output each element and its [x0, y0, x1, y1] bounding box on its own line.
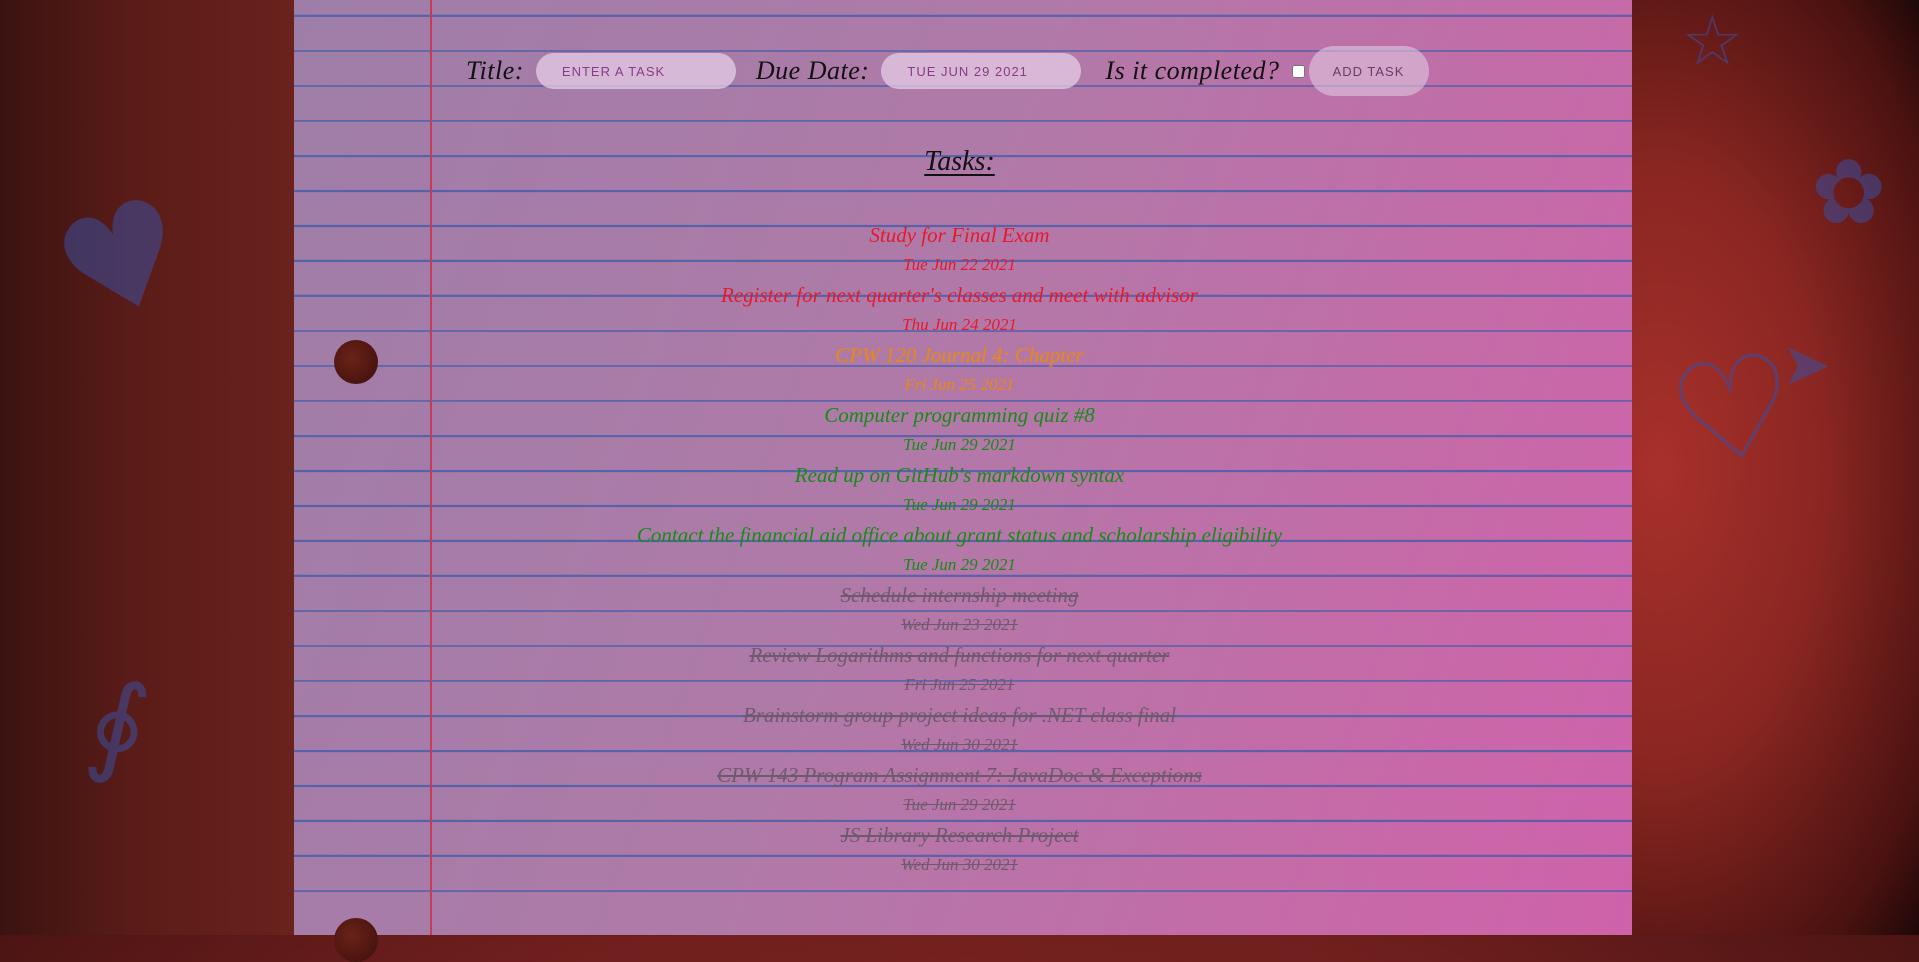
due-date-label: Due Date:: [755, 56, 870, 85]
task-title: CPW 143 Program Assignment 7: JavaDoc & …: [717, 763, 1202, 787]
completed-checkbox[interactable]: [1291, 64, 1305, 78]
task-date: Thu Jun 24 2021: [902, 315, 1017, 334]
title-label: Title:: [466, 56, 524, 85]
task-item[interactable]: Review Logarithms and functions for next…: [0, 640, 1919, 700]
task-item[interactable]: Read up on GitHub's markdown syntax Tue J…: [0, 460, 1919, 520]
task-item[interactable]: CPW 120 Journal 4: Chapter Fri Jun 25 202…: [0, 340, 1919, 400]
binder-hole-2: [334, 918, 378, 962]
task-date: Wed Jun 23 2021: [901, 615, 1018, 634]
task-date: Tue Jun 29 2021: [903, 435, 1016, 454]
task-title: Read up on GitHub's markdown syntax: [794, 463, 1125, 487]
task-item[interactable]: Contact the financial aid office about g…: [0, 520, 1919, 580]
task-title: Schedule internship meeting: [840, 583, 1079, 607]
task-title: CPW 120 Journal 4: Chapter: [835, 343, 1084, 367]
add-task-button[interactable]: ADD TASK: [1308, 46, 1429, 96]
task-item[interactable]: Study for Final Exam Tue Jun 22 2021: [0, 220, 1919, 280]
task-date: Tue Jun 29 2021: [903, 495, 1016, 514]
task-title: Study for Final Exam: [869, 223, 1050, 247]
task-item[interactable]: Schedule internship meeting Wed Jun 23 20…: [0, 580, 1919, 640]
task-item[interactable]: CPW 143 Program Assignment 7: JavaDoc & …: [0, 760, 1919, 820]
task-form: Title: Due Date: Is it completed? ADD TA…: [466, 44, 1429, 98]
task-date: Fri Jun 25 2021: [904, 375, 1015, 394]
task-title: Computer programming quiz #8: [824, 403, 1095, 427]
task-item[interactable]: Brainstorm group project ideas for .NET …: [0, 700, 1919, 760]
task-date: Fri Jun 25 2021: [904, 675, 1015, 694]
task-item[interactable]: Register for next quarter's classes and …: [0, 280, 1919, 340]
task-item[interactable]: JS Library Research Project Wed Jun 30 20…: [0, 820, 1919, 880]
task-title-input[interactable]: [535, 53, 736, 89]
task-date: Tue Jun 22 2021: [903, 255, 1016, 274]
task-item[interactable]: Computer programming quiz #8 Tue Jun 29 2…: [0, 400, 1919, 460]
due-date-input[interactable]: [881, 53, 1082, 89]
task-date: Tue Jun 29 2021: [903, 795, 1016, 814]
task-date: Tue Jun 29 2021: [903, 555, 1016, 574]
task-date: Wed Jun 30 2021: [901, 735, 1018, 754]
task-title: JS Library Research Project: [840, 823, 1079, 847]
task-date: Wed Jun 30 2021: [901, 855, 1018, 874]
task-title: Contact the financial aid office about g…: [636, 523, 1283, 547]
task-title: Brainstorm group project ideas for .NET …: [742, 703, 1177, 727]
task-title: Register for next quarter's classes and …: [721, 283, 1198, 307]
task-title: Review Logarithms and functions for next…: [749, 643, 1170, 667]
tasks-heading: Tasks:: [924, 146, 995, 177]
doodle-star: ☆: [1681, 0, 1744, 82]
completed-label: Is it completed?: [1105, 56, 1280, 85]
task-list: Study for Final Exam Tue Jun 22 2021 Regis…: [0, 220, 1919, 880]
